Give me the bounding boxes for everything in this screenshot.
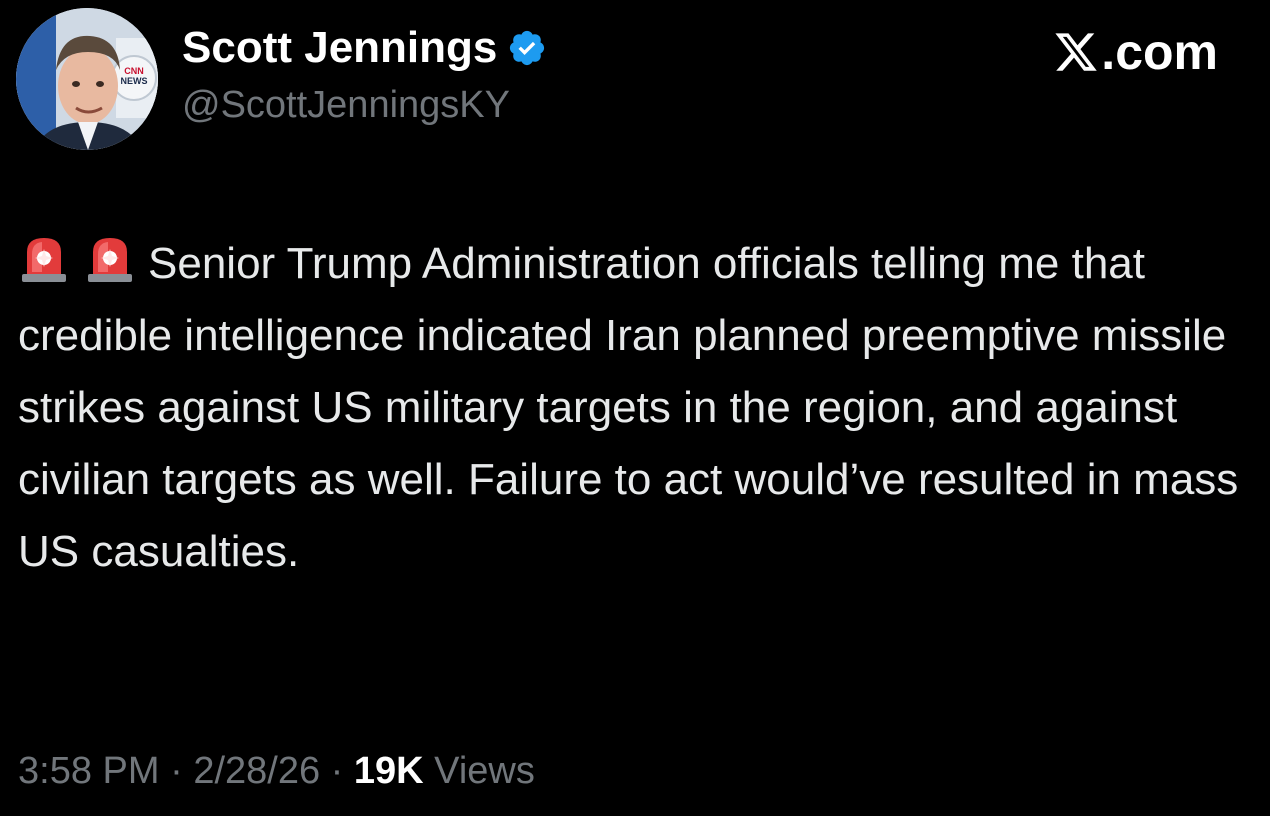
- avatar-image: CNN NEWS: [16, 8, 158, 150]
- svg-text:NEWS: NEWS: [121, 76, 148, 86]
- views-count[interactable]: 19K: [354, 750, 424, 792]
- verified-badge-icon: [510, 30, 545, 66]
- tweet-body: Senior Trump Administration officials te…: [18, 239, 1239, 576]
- brand-domain: .com: [1101, 24, 1218, 80]
- rotating-light-icon: [88, 238, 132, 282]
- meta-separator: ·: [170, 750, 183, 792]
- author-handle[interactable]: @ScottJenningsKY: [182, 82, 510, 128]
- tweet-meta: 3:58 PM · 2/28/26 · 19K Views: [18, 748, 535, 794]
- tweet-card: CNN NEWS Scott Jennings @ScottJenningsKY…: [0, 0, 1270, 816]
- svg-text:CNN: CNN: [124, 66, 144, 76]
- author-display-name[interactable]: Scott Jennings: [182, 22, 497, 74]
- meta-separator: ·: [330, 750, 344, 792]
- tweet-date[interactable]: 2/28/26: [193, 750, 320, 792]
- brand-label: .com: [1053, 24, 1218, 80]
- tweet-text: Senior Trump Administration officials te…: [18, 228, 1258, 588]
- avatar[interactable]: CNN NEWS: [16, 8, 158, 150]
- x-logo-icon: [1055, 33, 1098, 71]
- tweet-time[interactable]: 3:58 PM: [18, 750, 160, 792]
- rotating-light-icon: [22, 238, 66, 282]
- author-name-row: Scott Jennings: [182, 22, 547, 74]
- views-label: Views: [434, 750, 535, 792]
